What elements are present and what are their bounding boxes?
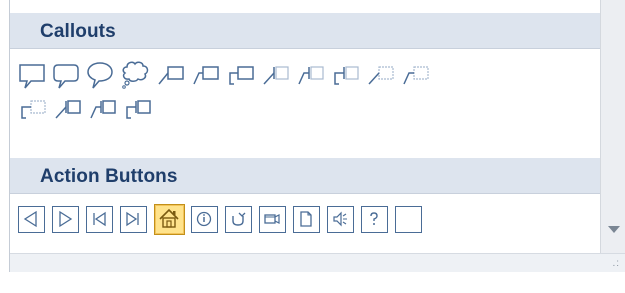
scroll-down-arrow-icon[interactable] xyxy=(608,226,620,233)
gallery-scrollbar[interactable] xyxy=(600,0,625,253)
line-callout-3-accent-bar-icon[interactable] xyxy=(331,62,361,92)
line-callout-1-icon[interactable] xyxy=(156,62,186,92)
section-title-callouts: Callouts xyxy=(40,21,116,42)
line-callout-3-border-and-accent-bar-icon[interactable] xyxy=(123,96,153,126)
line-callout-2-border-and-accent-bar-icon[interactable] xyxy=(88,96,118,126)
line-callout-1-no-border-icon[interactable] xyxy=(366,62,396,92)
gallery-content: Callouts Action Buttons xyxy=(10,0,600,253)
action-document-icon[interactable] xyxy=(293,206,320,233)
line-callout-2-accent-bar-icon[interactable] xyxy=(296,62,326,92)
line-callout-2-icon[interactable] xyxy=(191,62,221,92)
action-end-icon[interactable] xyxy=(120,206,147,233)
cloud-callout-icon[interactable] xyxy=(119,59,151,92)
action-home-icon[interactable] xyxy=(154,204,185,235)
action-forward-icon[interactable] xyxy=(52,206,79,233)
line-callout-3-no-border-icon[interactable] xyxy=(18,96,48,126)
section-header-callouts: Callouts xyxy=(10,13,600,49)
line-callout-1-accent-bar-icon[interactable] xyxy=(261,62,291,92)
line-callout-3-icon[interactable] xyxy=(226,62,256,92)
shapes-gallery-panel: Callouts Action Buttons .: xyxy=(9,0,625,272)
action-return-icon[interactable] xyxy=(225,206,252,233)
resize-grip-icon[interactable]: .: xyxy=(612,258,620,269)
action-help-icon[interactable] xyxy=(361,206,388,233)
action-sound-icon[interactable] xyxy=(327,206,354,233)
line-callout-1-border-and-accent-bar-icon[interactable] xyxy=(53,96,83,126)
line-callout-2-no-border-icon[interactable] xyxy=(401,62,431,92)
action-movie-icon[interactable] xyxy=(259,206,286,233)
action-information-icon[interactable] xyxy=(191,206,218,233)
rounded-rectangular-callout-icon[interactable] xyxy=(52,62,80,92)
gallery-resize-bar: .: xyxy=(10,253,625,272)
rectangular-callout-icon[interactable] xyxy=(18,62,46,92)
oval-callout-icon[interactable] xyxy=(86,60,114,92)
action-custom-icon[interactable] xyxy=(395,206,422,233)
section-header-action-buttons: Action Buttons xyxy=(10,158,600,194)
section-title-action-buttons: Action Buttons xyxy=(40,166,178,187)
action-back-icon[interactable] xyxy=(18,206,45,233)
action-beginning-icon[interactable] xyxy=(86,206,113,233)
